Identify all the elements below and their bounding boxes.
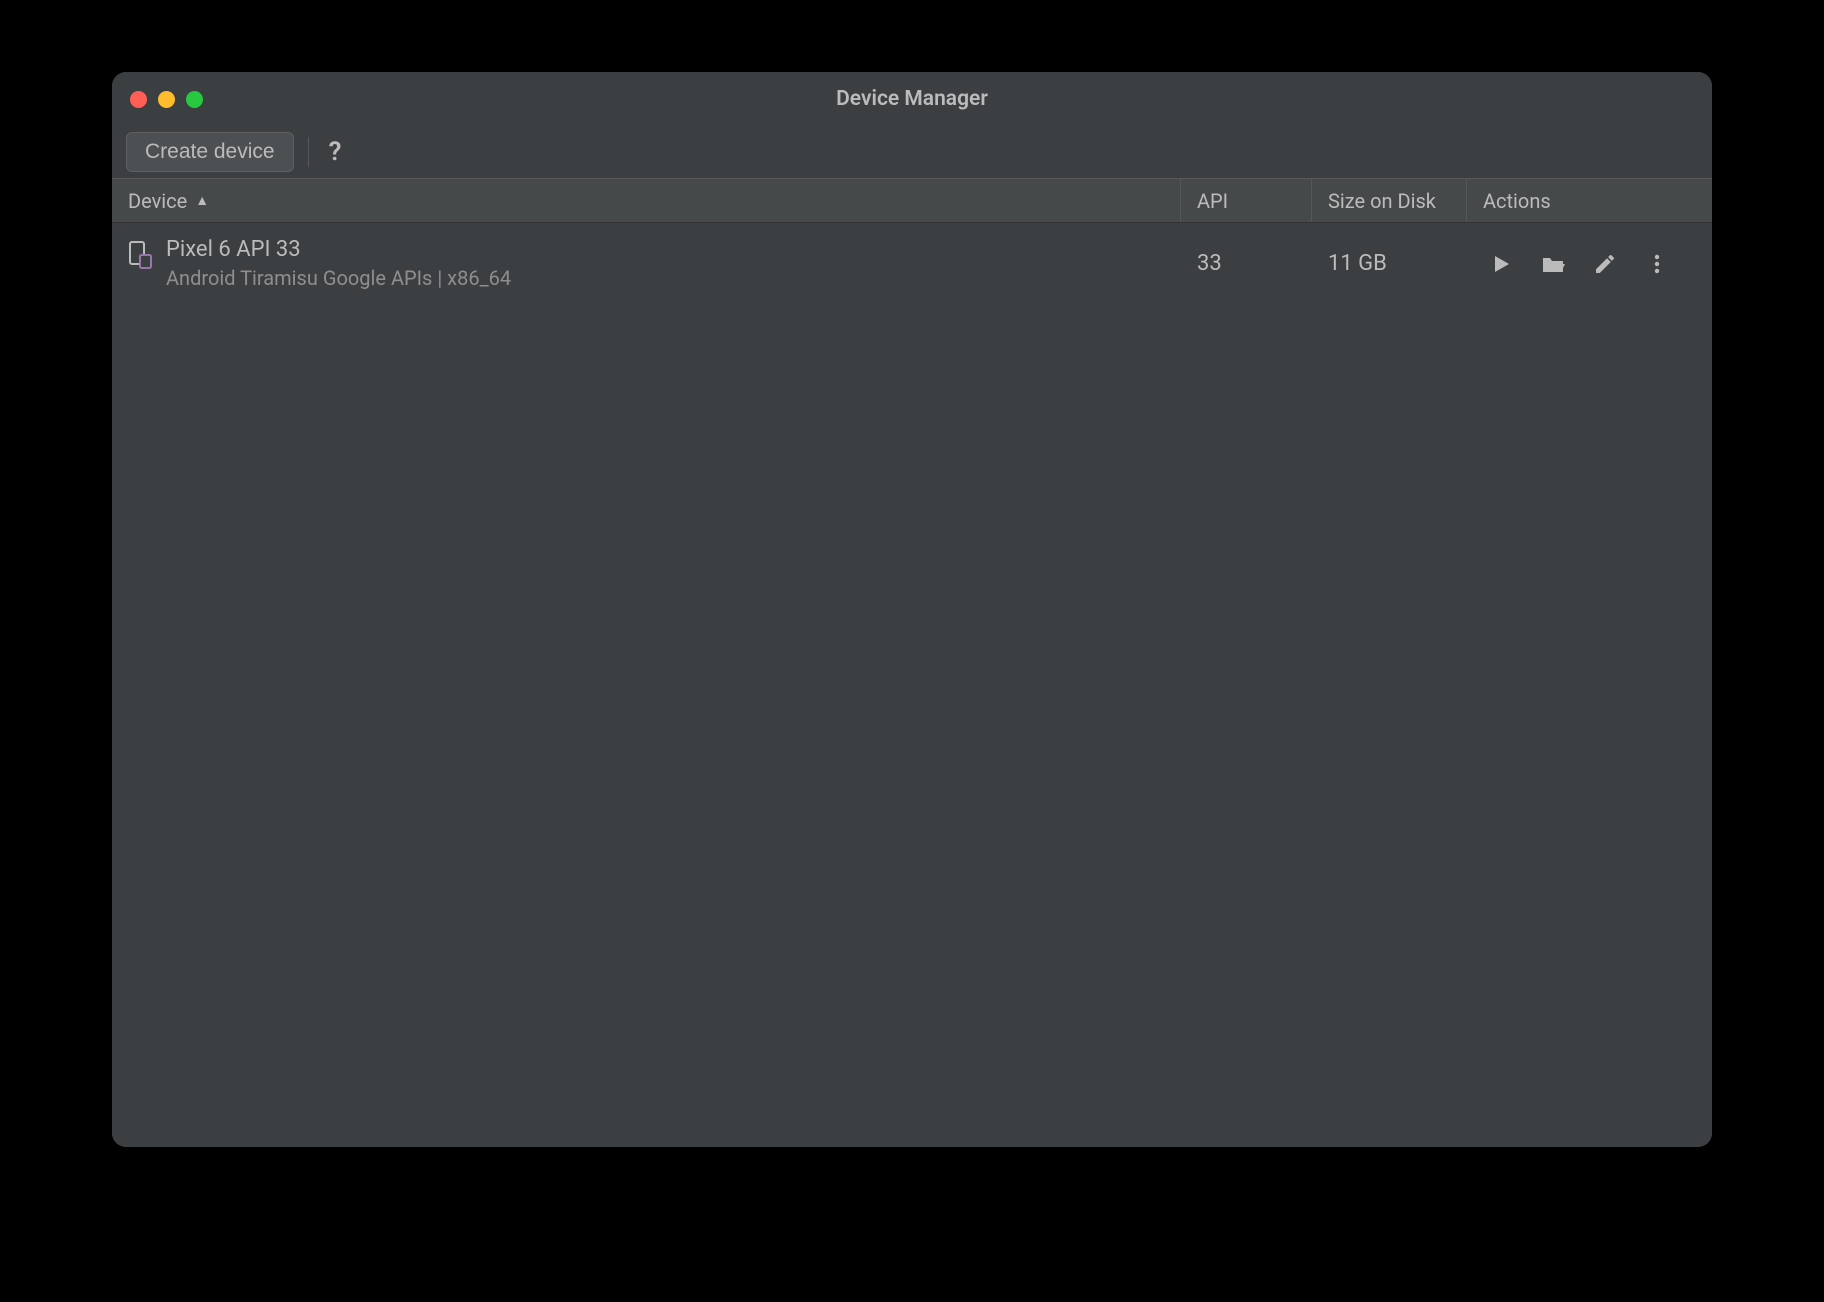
- help-icon[interactable]: ?: [323, 137, 348, 167]
- edit-icon[interactable]: [1593, 252, 1617, 276]
- play-icon[interactable]: [1489, 252, 1513, 276]
- toolbar: Create device ?: [112, 126, 1712, 178]
- column-header-api[interactable]: API: [1181, 179, 1312, 222]
- table-body: Pixel 6 API 33 Android Tiramisu Google A…: [112, 223, 1712, 1147]
- create-device-button[interactable]: Create device: [126, 132, 294, 172]
- close-window-button[interactable]: [130, 91, 147, 108]
- window-title: Device Manager: [836, 87, 988, 111]
- column-header-actions: Actions: [1467, 179, 1712, 222]
- device-cell: Pixel 6 API 33 Android Tiramisu Google A…: [112, 237, 1181, 290]
- api-cell: 33: [1181, 251, 1312, 276]
- minimize-window-button[interactable]: [158, 91, 175, 108]
- device-name: Pixel 6 API 33: [166, 237, 511, 262]
- traffic-lights: [130, 91, 203, 108]
- column-header-actions-label: Actions: [1483, 189, 1551, 213]
- column-header-device[interactable]: Device ▲: [112, 179, 1181, 222]
- phone-icon: [128, 241, 152, 269]
- device-info: Pixel 6 API 33 Android Tiramisu Google A…: [166, 237, 511, 290]
- folder-icon[interactable]: [1541, 252, 1565, 276]
- column-header-device-label: Device: [128, 189, 187, 213]
- column-header-size[interactable]: Size on Disk: [1312, 179, 1467, 222]
- column-header-api-label: API: [1197, 189, 1228, 213]
- sort-ascending-icon: ▲: [195, 192, 209, 209]
- titlebar: Device Manager: [112, 72, 1712, 126]
- table-row[interactable]: Pixel 6 API 33 Android Tiramisu Google A…: [112, 223, 1712, 304]
- toolbar-divider: [308, 137, 309, 167]
- size-cell: 11 GB: [1312, 251, 1467, 276]
- table-header: Device ▲ API Size on Disk Actions: [112, 178, 1712, 223]
- maximize-window-button[interactable]: [186, 91, 203, 108]
- column-header-size-label: Size on Disk: [1328, 189, 1436, 213]
- device-subtitle: Android Tiramisu Google APIs | x86_64: [166, 266, 511, 290]
- actions-cell: [1467, 252, 1712, 276]
- device-manager-window: Device Manager Create device ? Device ▲ …: [112, 72, 1712, 1147]
- more-options-icon[interactable]: [1645, 252, 1669, 276]
